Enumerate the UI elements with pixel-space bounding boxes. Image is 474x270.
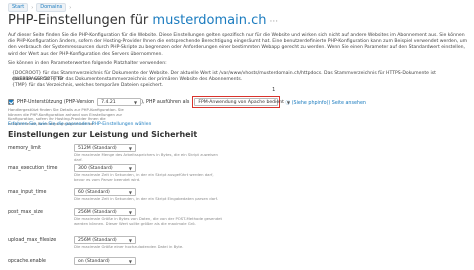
chevron-down-icon: ▼ (128, 258, 132, 264)
max-execution-time-select[interactable]: 300 (Standard) ▼ (74, 164, 136, 172)
php-version-select[interactable]: 7.4.21 ▼ (97, 98, 142, 106)
section-title: Einstellungen zur Leistung und Sicherhei… (8, 130, 198, 139)
max-input-time-value: 60 (Standard) (78, 189, 110, 195)
placeholder-item: {TMP} für das Verzeichnis, welches tempo… (12, 83, 164, 88)
placeholder-lead: Sie können in den Parameterwerten folgen… (8, 61, 167, 66)
chevron-down-icon: ▼ (134, 99, 138, 105)
field-label-memory-limit: memory_limit (8, 146, 41, 151)
php-handler-value: FPM-Anwendung von Apache bedient (198, 99, 284, 105)
opcache-enable-select[interactable]: on (Standard) ▼ (74, 257, 136, 265)
field-description: Die maximale Größe in Bytes von Daten, d… (74, 216, 222, 226)
page-title: PHP-Einstellungen für musterdomain.ch ··· (8, 13, 278, 30)
field-description: Die maximale Menge des Arbeitsspeichers … (74, 152, 218, 162)
intro-text: Auf dieser Seite finden Sie die PHP-Konf… (8, 33, 468, 57)
memory-limit-select[interactable]: 512M (Standard) ▼ (74, 144, 136, 152)
breadcrumb-domains[interactable]: Domains (36, 3, 67, 12)
upload-max-filesize-value: 256M (Standard) (78, 237, 117, 243)
php-handler-select[interactable]: FPM-Anwendung von Apache bedient ▼ (194, 98, 290, 106)
php-support-row: PHP-Unterstützung (PHP-Version 7.4.21 ▼ )… (8, 87, 366, 108)
field-label-max-input-time: max_input_time (8, 190, 47, 195)
php-support-label: PHP-Unterstützung (PHP-Version (17, 99, 95, 105)
php-run-as-label: ), PHP ausführen als (141, 99, 190, 105)
max-execution-time-value: 300 (Standard) (78, 165, 113, 171)
chevron-down-icon: ▼ (128, 209, 132, 215)
field-label-max-execution-time: max_execution_time (8, 166, 58, 171)
field-label-post-max-size: post_max_size (8, 210, 43, 215)
phpinfo-link-text: (Siehe phpinfo() Seite ansehen (291, 100, 366, 106)
field-description: Die maximale Zeit in Sekunden, in der ei… (74, 196, 218, 201)
chevron-down-icon: ▼ (128, 145, 132, 151)
upload-max-filesize-select[interactable]: 256M (Standard) ▼ (74, 236, 136, 244)
field-description: Die maximale Zeit in Sekunden, in der ei… (74, 172, 214, 182)
annotation-badge: 1 (272, 87, 276, 93)
chevron-down-icon: ▼ (128, 165, 132, 171)
chevron-down-icon: ▼ (128, 237, 132, 243)
handler-highlight: 1 FPM-Anwendung von Apache bedient ▼ (192, 87, 290, 108)
page-title-domain: musterdomain.ch (152, 13, 267, 28)
breadcrumb-separator: › (31, 4, 34, 11)
chevron-down-icon: ▼ (128, 189, 132, 195)
settings-help-link[interactable]: Erfahren Sie, wie Sie die passenden PHP-… (8, 122, 151, 127)
breadcrumb: Start › Domains › (8, 3, 71, 12)
field-description: Die maximale Größe einer hochzuladenden … (74, 244, 184, 249)
more-options-icon[interactable]: ··· (270, 17, 279, 27)
page-title-prefix: PHP-Einstellungen für (8, 13, 153, 28)
field-label-upload-max-filesize: upload_max_filesize (8, 238, 57, 243)
opcache-enable-value: on (Standard) (78, 258, 110, 264)
breadcrumb-separator: › (69, 4, 72, 11)
memory-limit-value: 512M (Standard) (78, 145, 117, 151)
breadcrumb-start[interactable]: Start (8, 3, 29, 12)
phpinfo-link[interactable]: ⓘ (Siehe phpinfo() Seite ansehen (285, 99, 366, 106)
chevron-down-icon: ▼ (286, 99, 290, 105)
field-label-opcache-enable: opcache.enable (8, 259, 46, 264)
max-input-time-select[interactable]: 60 (Standard) ▼ (74, 188, 136, 196)
php-version-value: 7.4.21 (101, 99, 116, 105)
post-max-size-value: 256M (Standard) (78, 209, 117, 215)
php-support-checkbox[interactable] (8, 99, 14, 105)
post-max-size-select[interactable]: 256M (Standard) ▼ (74, 208, 136, 216)
